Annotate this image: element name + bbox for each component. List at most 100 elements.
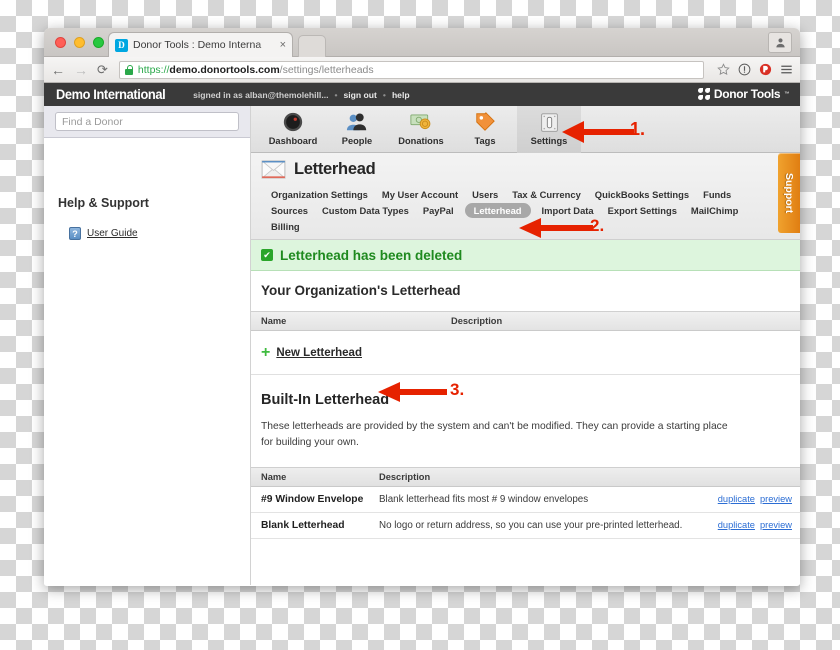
trademark-symbol: ™ (784, 91, 789, 97)
menu-icon[interactable] (780, 63, 793, 76)
subnav-mailchimp[interactable]: MailChimp (691, 205, 738, 216)
profile-icon[interactable] (768, 32, 792, 53)
plus-icon: + (261, 344, 271, 361)
minimize-window-button[interactable] (74, 37, 85, 48)
nav-tab-tags[interactable]: Tags (453, 106, 517, 146)
new-letterhead-link[interactable]: New Letterhead (276, 347, 362, 359)
annotation-number-2: 2. (590, 216, 605, 235)
help-support-heading: Help & Support (58, 196, 149, 210)
close-icon[interactable]: × (280, 39, 286, 51)
column-header-description: Description (379, 471, 431, 482)
duplicate-link[interactable]: duplicate (718, 494, 755, 504)
forward-icon[interactable]: → (74, 63, 88, 77)
organization-name: Demo International (56, 87, 166, 102)
column-header-description: Description (451, 316, 503, 326)
row-actions: duplicate preview (718, 494, 792, 504)
sidebar-item-user-guide[interactable]: ? User Guide (69, 227, 250, 240)
primary-navigation: Dashboard People Donations Tags Settings (251, 106, 800, 153)
signed-in-label: signed in as alban@themolehill... (193, 89, 329, 100)
url-scheme: https:// (137, 63, 170, 76)
duplicate-link[interactable]: duplicate (718, 520, 755, 530)
adblock-icon[interactable] (759, 63, 772, 76)
main-content: Dashboard People Donations Tags Settings… (251, 106, 800, 585)
subnav-sources[interactable]: Sources (271, 205, 308, 216)
search-input[interactable] (55, 112, 239, 131)
close-window-button[interactable] (55, 37, 66, 48)
account-strip: signed in as alban@themolehill... • sign… (193, 90, 410, 100)
subnav-organization-settings[interactable]: Organization Settings (271, 189, 368, 200)
donor-tools-logo: Donor Tools ™ (698, 87, 789, 101)
lock-icon (124, 64, 133, 75)
switch-icon (539, 110, 560, 134)
nav-tab-label: Donations (398, 136, 444, 146)
nav-tab-label: Tags (474, 136, 496, 146)
nav-tab-label: People (341, 136, 373, 146)
subnav-quickbooks-settings[interactable]: QuickBooks Settings (595, 189, 689, 200)
url-path: /settings/letterheads (279, 63, 374, 76)
application: Demo International signed in as alban@th… (44, 83, 800, 585)
person-glyph (775, 38, 785, 48)
separator-dot: • (334, 89, 338, 100)
nav-tab-label: Settings (530, 136, 568, 146)
org-letterhead-heading: Your Organization's Letterhead (261, 283, 461, 298)
flash-text: Letterhead has been deleted (280, 247, 463, 263)
flash-message: ✔ Letterhead has been deleted (251, 240, 800, 271)
column-header-name: Name (261, 316, 287, 326)
org-table-header: Name Description (251, 311, 800, 331)
page-header: Letterhead Organization Settings My User… (251, 153, 800, 240)
back-icon[interactable]: ← (51, 63, 65, 77)
new-tab-button[interactable] (298, 35, 326, 57)
subnav-users[interactable]: Users (472, 189, 498, 200)
gauge-icon (282, 110, 304, 134)
browser-tab-strip: D Donor Tools : Demo Interna × (44, 28, 800, 57)
page-title: Letterhead (294, 160, 376, 178)
product-name: Donor Tools (713, 87, 781, 101)
browser-tab[interactable]: D Donor Tools : Demo Interna × (108, 32, 293, 57)
subnav-tax-currency[interactable]: Tax & Currency (512, 189, 581, 200)
address-bar[interactable]: https:// demo.donortools.com /settings/l… (118, 60, 704, 79)
app-body: Help & Support ? User Guide (44, 106, 800, 585)
row-actions: duplicate preview (718, 520, 792, 530)
subnav-export-settings[interactable]: Export Settings (608, 205, 677, 216)
book-help-icon: ? (69, 227, 81, 240)
tab-title: Donor Tools : Demo Interna (133, 39, 262, 51)
maximize-window-button[interactable] (93, 37, 104, 48)
table-row[interactable]: #9 Window Envelope Blank letterhead fits… (251, 487, 800, 513)
subnav-paypal[interactable]: PayPal (423, 205, 454, 216)
settings-subnav: Organization Settings My User Account Us… (261, 179, 781, 239)
reload-icon[interactable]: ⟳ (97, 63, 108, 76)
sign-out-link[interactable]: sign out (344, 90, 377, 100)
preview-link[interactable]: preview (760, 494, 792, 504)
letterhead-name: #9 Window Envelope (261, 493, 364, 505)
preview-link[interactable]: preview (760, 520, 792, 530)
nav-tab-settings[interactable]: Settings (517, 106, 581, 153)
star-icon[interactable] (717, 63, 730, 76)
envelope-icon (261, 160, 286, 179)
letterhead-name: Blank Letterhead (261, 519, 345, 531)
checkbox-checked-icon: ✔ (261, 249, 273, 261)
info-icon[interactable] (738, 63, 751, 76)
browser-window: D Donor Tools : Demo Interna × ← → ⟳ htt… (44, 28, 800, 586)
nav-tab-label: Dashboard (268, 136, 318, 146)
url-host: demo.donortools.com (169, 63, 280, 76)
subnav-my-user-account[interactable]: My User Account (382, 189, 458, 200)
new-letterhead-row[interactable]: + New Letterhead (251, 331, 800, 375)
annotation-number-3: 3. (450, 380, 465, 399)
window-controls (55, 37, 104, 48)
column-header-name: Name (261, 471, 287, 482)
subnav-funds[interactable]: Funds (703, 189, 731, 200)
subnav-custom-data-types[interactable]: Custom Data Types (322, 205, 409, 216)
browser-toolbar: ← → ⟳ https:// demo.donortools.com /sett… (44, 57, 800, 83)
nav-tab-dashboard[interactable]: Dashboard (261, 106, 325, 146)
subnav-billing[interactable]: Billing (271, 221, 300, 232)
builtin-table-header: Name Description (251, 466, 800, 487)
sidebar: Help & Support ? User Guide (44, 106, 251, 585)
nav-tab-people[interactable]: People (325, 106, 389, 146)
subnav-import-data[interactable]: Import Data (542, 205, 594, 216)
table-row[interactable]: Blank Letterhead No logo or return addre… (251, 513, 800, 539)
nav-tab-donations[interactable]: Donations (389, 106, 453, 146)
user-guide-link[interactable]: User Guide (87, 228, 138, 239)
subnav-letterhead[interactable]: Letterhead (464, 203, 531, 218)
support-tab[interactable]: Support (778, 153, 800, 233)
help-link[interactable]: help (392, 90, 410, 100)
